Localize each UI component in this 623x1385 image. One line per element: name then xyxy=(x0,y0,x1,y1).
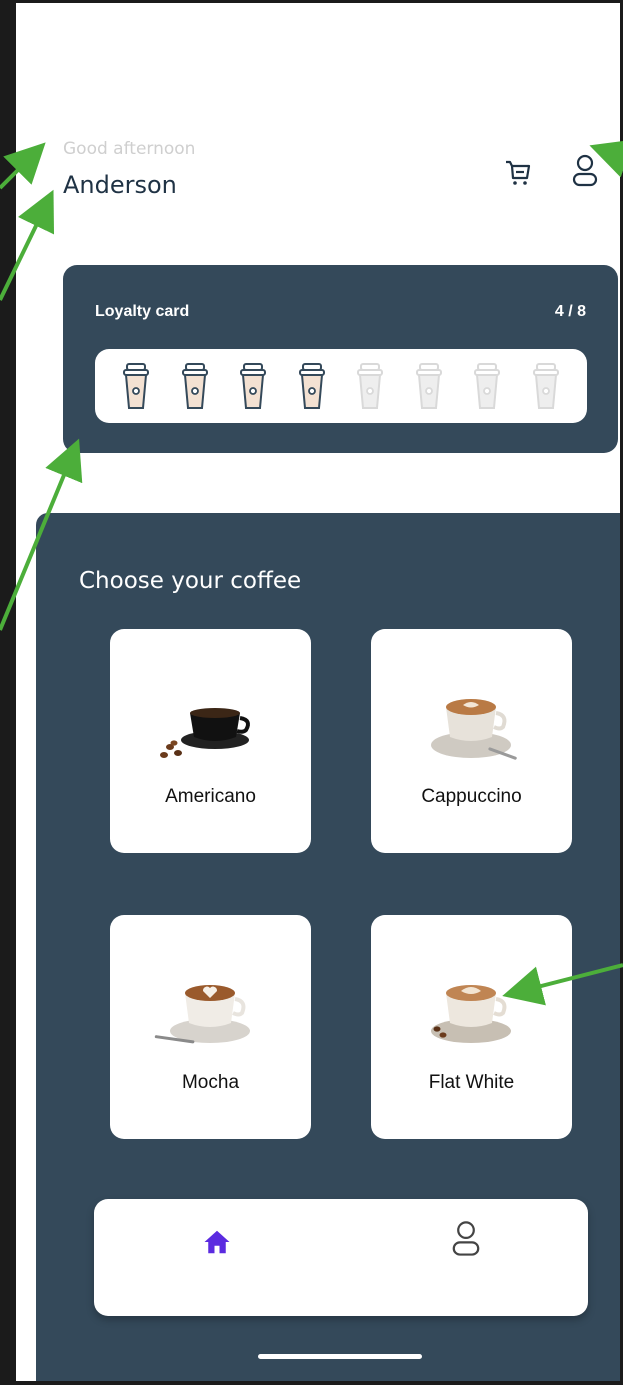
nav-profile-button[interactable] xyxy=(448,1219,484,1259)
cappuccino-image xyxy=(431,699,517,760)
stamp-empty xyxy=(531,360,561,412)
loyalty-card: Loyalty card 4 / 8 xyxy=(63,265,618,453)
bottom-nav xyxy=(94,1199,588,1316)
home-icon xyxy=(204,1230,230,1254)
cup-icon xyxy=(298,363,325,409)
stamp-filled xyxy=(238,360,268,412)
loyalty-stamps xyxy=(95,349,587,423)
coffee-name: Flat White xyxy=(428,1072,515,1093)
greeting-text: Good afternoon xyxy=(63,139,196,159)
cup-icon xyxy=(240,363,267,409)
cup-icon xyxy=(474,363,501,409)
americano-image xyxy=(160,708,250,758)
cup-icon xyxy=(532,363,559,409)
stamp-empty xyxy=(355,360,385,412)
home-indicator xyxy=(258,1354,422,1359)
profile-icon xyxy=(452,1221,480,1256)
coffee-section-title: Choose your coffee xyxy=(79,568,302,594)
coffee-card-flat-white[interactable]: Flat White xyxy=(371,915,572,1139)
cart-icon xyxy=(506,160,531,185)
cup-icon xyxy=(357,363,384,409)
username-text: Anderson xyxy=(63,171,177,199)
phone-frame: Good afternoon Anderson Loyalty card 4 /… xyxy=(0,0,623,1385)
flat-white-image xyxy=(431,985,511,1043)
coffee-name: Americano xyxy=(165,786,256,807)
coffee-name: Cappuccino xyxy=(421,786,522,807)
cup-icon xyxy=(415,363,442,409)
mocha-image xyxy=(154,985,250,1044)
stamp-filled xyxy=(297,360,327,412)
loyalty-card-title: Loyalty card xyxy=(95,303,190,320)
profile-icon xyxy=(572,154,598,187)
nav-home-button[interactable] xyxy=(202,1227,232,1257)
loyalty-card-count: 4 / 8 xyxy=(554,303,586,320)
stamp-filled xyxy=(180,360,210,412)
coffee-card-americano[interactable]: Americano xyxy=(110,629,311,853)
coffee-card-mocha[interactable]: Mocha xyxy=(110,915,311,1139)
stamp-empty xyxy=(414,360,444,412)
cup-icon xyxy=(123,363,150,409)
cart-button[interactable] xyxy=(498,151,538,191)
profile-button[interactable] xyxy=(565,151,605,191)
coffee-card-cappuccino[interactable]: Cappuccino xyxy=(371,629,572,853)
coffee-name: Mocha xyxy=(181,1072,240,1093)
stamp-filled xyxy=(121,360,151,412)
cup-icon xyxy=(181,363,208,409)
stamp-empty xyxy=(472,360,502,412)
coffee-section: Choose your coffee Americano Cappuccino … xyxy=(36,513,620,1381)
